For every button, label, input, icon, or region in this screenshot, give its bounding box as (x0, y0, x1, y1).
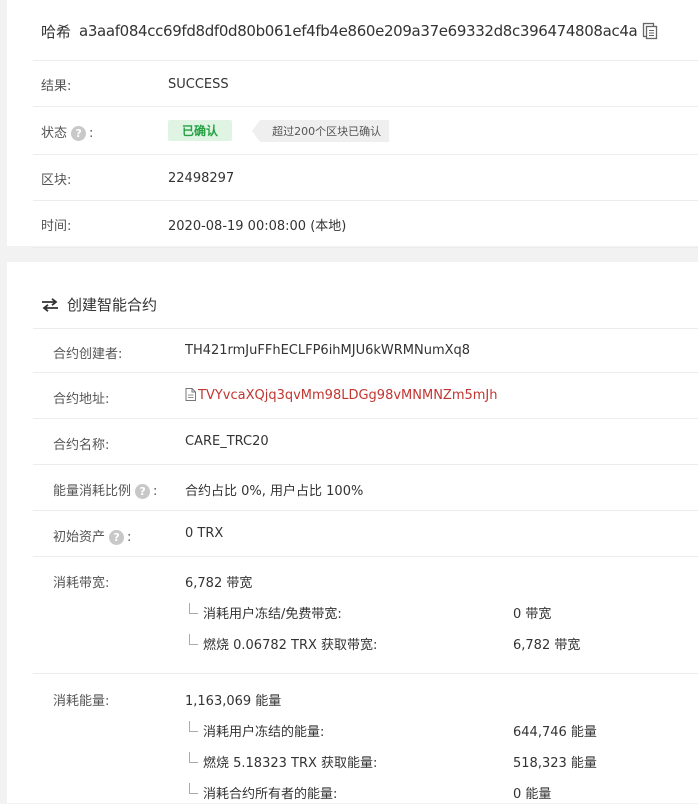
sub-label: 消耗用户冻结/免费带宽: (203, 607, 342, 622)
hash-row: 哈希 a3aaf084cc69fd8df0d80b061ef4fb4e860e2… (41, 17, 658, 45)
status-value: 已确认 超过200个区块已确认 (168, 120, 390, 142)
initial-colon: : (127, 530, 132, 545)
hash-value: a3aaf084cc69fd8df0d80b061ef4fb4e860e209a… (79, 22, 638, 40)
initial-value: 0 TRX (185, 526, 224, 541)
status-row: 状态?: 已确认 超过200个区块已确认 (33, 106, 698, 155)
tree-branch-icon (189, 721, 198, 732)
result-row: 结果: SUCCESS (33, 60, 698, 107)
result-value: SUCCESS (168, 76, 229, 92)
sub-value: 0 带宽 (513, 607, 552, 622)
tree-branch-icon (189, 783, 198, 794)
status-colon: : (89, 125, 94, 141)
tree-branch-icon (189, 634, 198, 645)
sub-label: 消耗用户冻结的能量: (203, 725, 325, 740)
name-row: 合约名称: CARE_TRC20 (33, 418, 698, 465)
swap-arrows-icon (42, 297, 58, 312)
result-label: 结果: (41, 78, 72, 94)
bandwidth-row: 消耗带宽: 6,782 带宽 消耗用户冻结/免费带宽: 0 带宽 燃烧 0.06… (33, 556, 698, 674)
sub-value: 0 能量 (513, 787, 552, 802)
ratio-colon: : (153, 484, 158, 499)
block-row: 区块: 22498297 (33, 154, 698, 201)
ratio-label-group: 能量消耗比例?: (53, 480, 157, 499)
section-title-text: 创建智能合约 (67, 296, 158, 314)
energy-row: 消耗能量: 1,163,069 能量 消耗用户冻结的能量: 644,746 能量… (33, 673, 698, 804)
initial-asset-row: 初始资产?: 0 TRX (33, 510, 698, 557)
section-title: 创建智能合约 (41, 294, 157, 315)
creator-row: 合约创建者: TH421rmJuFFhECLFP6ihMJU6kWRMNumXq… (33, 328, 698, 373)
contract-name-value: CARE_TRC20 (185, 434, 269, 449)
time-label: 时间: (41, 218, 72, 234)
block-link[interactable]: 22498297 (168, 171, 234, 186)
bandwidth-label: 消耗带宽: (53, 576, 110, 591)
status-badge: 已确认 (168, 120, 233, 141)
initial-label-group: 初始资产?: (53, 526, 131, 545)
help-icon[interactable]: ? (109, 530, 125, 545)
ratio-value: 合约占比 0%, 用户占比 100% (185, 484, 364, 499)
time-value: 2020-08-19 00:08:00 (本地) (168, 218, 347, 234)
copy-icon[interactable] (642, 22, 658, 40)
hash-label: 哈希 (41, 22, 72, 41)
contract-address-link[interactable]: TVYvcaXQjq3qvMm98LDGg98vMNMNZm5mJh (198, 388, 498, 403)
contract-name-label: 合约名称: (53, 438, 110, 453)
sub-label: 燃烧 0.06782 TRX 获取带宽: (203, 638, 378, 653)
status-label-group: 状态?: (41, 122, 93, 141)
time-row: 时间: 2020-08-19 00:08:00 (本地) (33, 200, 698, 248)
energy-label: 消耗能量: (53, 694, 110, 709)
sub-label: 燃烧 5.18323 TRX 获取能量: (203, 756, 378, 771)
tree-branch-icon (189, 752, 198, 763)
sub-value: 644,746 能量 (513, 725, 597, 740)
creator-label: 合约创建者: (53, 347, 123, 362)
initial-label: 初始资产 (53, 530, 106, 545)
block-label: 区块: (41, 172, 72, 188)
sub-value: 6,782 带宽 (513, 638, 581, 653)
energy-value: 1,163,069 能量 (185, 694, 282, 709)
file-icon (185, 388, 196, 401)
help-icon[interactable]: ? (135, 484, 151, 499)
create-contract-card: 创建智能合约 合约创建者: TH421rmJuFFhECLFP6ihMJU6kW… (7, 262, 698, 803)
status-label: 状态 (41, 125, 68, 141)
tree-branch-icon (189, 603, 198, 614)
address-value: TVYvcaXQjq3qvMm98LDGg98vMNMNZm5mJh (185, 388, 498, 403)
address-row: 合约地址: TVYvcaXQjq3qvMm98LDGg98vMNMNZm5mJh (33, 372, 698, 419)
bandwidth-value: 6,782 带宽 (185, 576, 253, 591)
transaction-summary-card: 哈希 a3aaf084cc69fd8df0d80b061ef4fb4e860e2… (7, 0, 698, 248)
sub-label: 消耗合约所有者的能量: (203, 787, 338, 802)
creator-link[interactable]: TH421rmJuFFhECLFP6ihMJU6kWRMNumXq8 (185, 343, 470, 358)
ratio-label: 能量消耗比例 (53, 484, 132, 499)
help-icon[interactable]: ? (71, 125, 87, 141)
ratio-row: 能量消耗比例?: 合约占比 0%, 用户占比 100% (33, 464, 698, 511)
status-note: 超过200个区块已确认 (252, 120, 390, 142)
address-label: 合约地址: (53, 392, 110, 407)
sub-value: 518,323 能量 (513, 756, 597, 771)
